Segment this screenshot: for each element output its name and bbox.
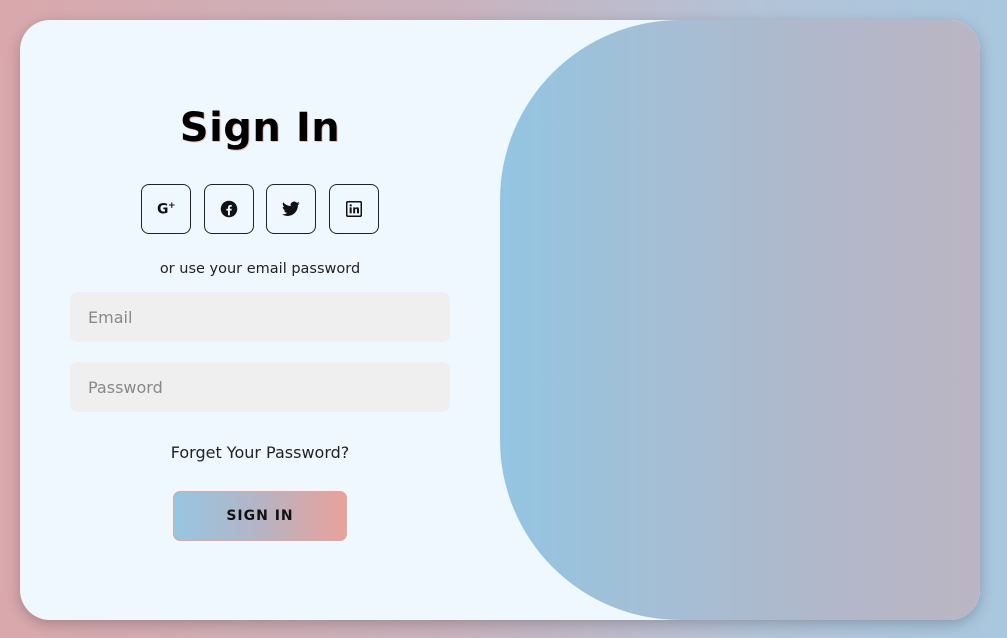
email-field[interactable] [70, 292, 450, 342]
page-title: Sign In [179, 105, 341, 151]
twitter-button[interactable] [266, 184, 316, 234]
facebook-button[interactable] [204, 184, 254, 234]
sign-in-button[interactable]: SIGN IN [173, 491, 347, 541]
password-field[interactable] [70, 362, 450, 412]
linkedin-icon [346, 201, 362, 217]
twitter-icon [282, 201, 300, 216]
google-plus-icon: G+ [156, 200, 176, 218]
linkedin-button[interactable] [329, 184, 379, 234]
email-hint-text: or use your email password [159, 261, 361, 277]
facebook-icon [220, 200, 238, 218]
social-login-row: G+ [141, 184, 381, 234]
decorative-gradient-panel [500, 20, 980, 620]
google-plus-button[interactable]: G+ [141, 184, 191, 234]
signin-form: Sign In G+ or use your email password Em… [20, 20, 500, 620]
signin-card: Sign In G+ or use your email password Em… [20, 20, 980, 620]
forgot-password-link[interactable]: Forget Your Password? [20, 443, 500, 462]
